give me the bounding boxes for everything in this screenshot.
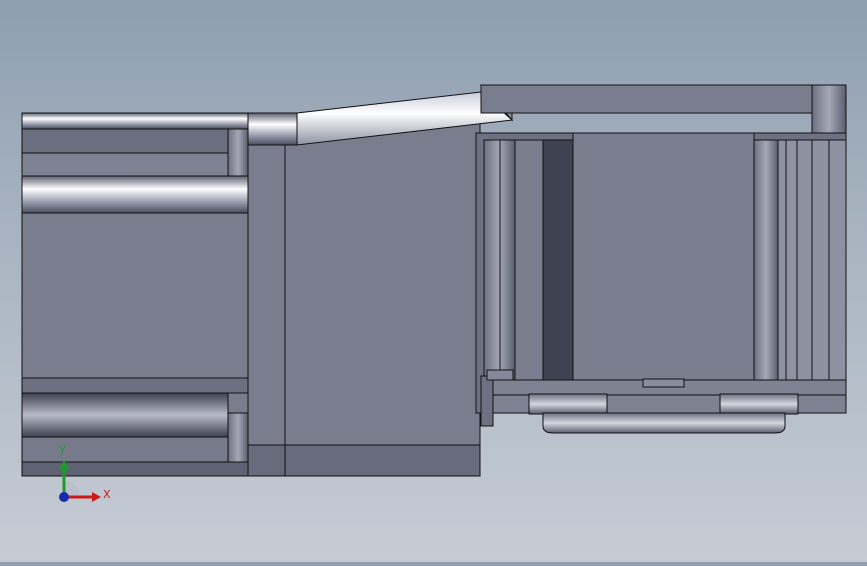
axis-x-label: X: [103, 488, 111, 501]
axis-z-origin-icon: [59, 492, 69, 502]
cad-graphics-viewport[interactable]: X Y: [0, 0, 867, 562]
right-housing[interactable]: [475, 84, 847, 434]
axis-y-label: Y: [58, 444, 66, 457]
model-view-svg[interactable]: X Y: [0, 0, 867, 562]
left-housing[interactable]: [21, 112, 481, 477]
axis-x-arrowhead: [92, 492, 101, 502]
